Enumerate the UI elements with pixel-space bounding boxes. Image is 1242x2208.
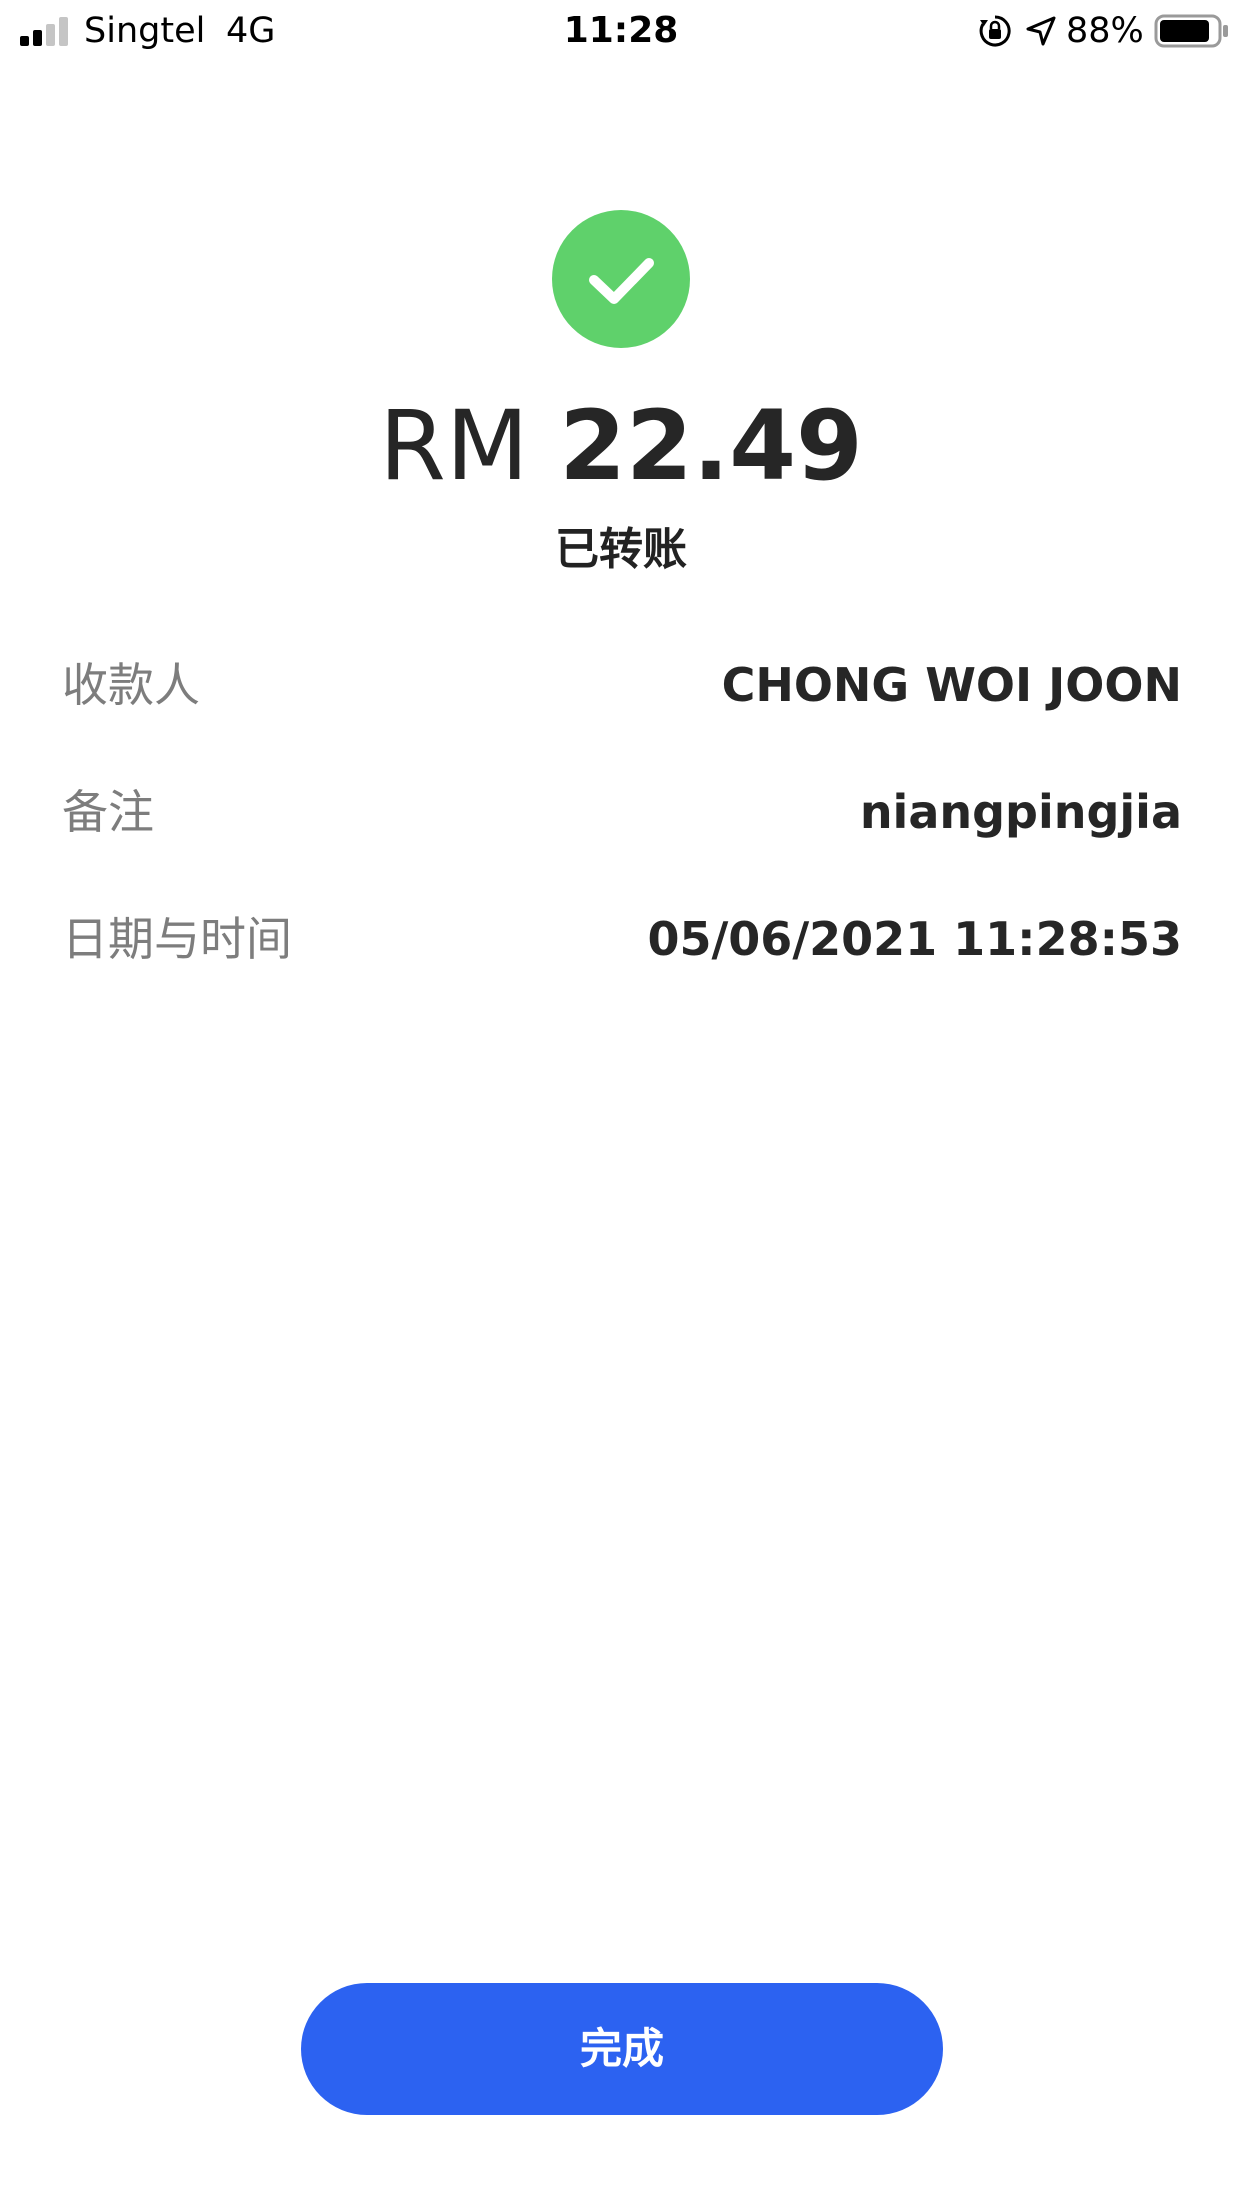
recipient-value: CHONG WOI JOON <box>721 658 1182 712</box>
transfer-amount: RM 22.49 <box>0 390 1242 502</box>
battery-percent: 88% <box>1066 11 1144 51</box>
location-icon <box>1026 16 1056 46</box>
status-bar: Singtel 4G 11:28 88% <box>0 0 1242 62</box>
done-button[interactable]: 完成 <box>301 1983 943 2115</box>
recipient-row: 收款人 CHONG WOI JOON <box>62 650 1182 720</box>
recipient-label: 收款人 <box>62 658 200 712</box>
amount-value: 22.49 <box>559 390 863 502</box>
note-row: 备注 niangpingjia <box>62 777 1182 847</box>
note-value: niangpingjia <box>859 785 1182 839</box>
datetime-value: 05/06/2021 11:28:53 <box>647 912 1182 966</box>
note-label: 备注 <box>62 785 154 839</box>
datetime-label: 日期与时间 <box>62 912 292 966</box>
battery-icon <box>1154 14 1228 48</box>
orientation-lock-icon <box>979 15 1011 47</box>
success-check-icon <box>552 210 690 348</box>
transfer-status: 已转账 <box>555 524 687 575</box>
datetime-row: 日期与时间 05/06/2021 11:28:53 <box>62 904 1182 974</box>
currency-code: RM <box>379 390 529 502</box>
